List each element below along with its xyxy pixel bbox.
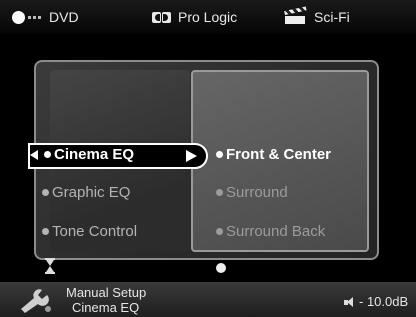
bullet-icon xyxy=(44,151,51,158)
menu-item-graphic-eq[interactable]: Graphic EQ xyxy=(42,184,130,201)
bullet-icon xyxy=(216,189,223,196)
bullet-icon xyxy=(216,228,223,235)
menu-item-tone-control[interactable]: Tone Control xyxy=(42,223,137,240)
menu-item-label: Tone Control xyxy=(52,223,138,240)
option-front-center[interactable]: Front & Center xyxy=(216,146,331,163)
left-arrow-icon[interactable] xyxy=(30,150,38,160)
option-label: Front & Center xyxy=(226,146,331,163)
volume-label: - 10.0dB xyxy=(359,294,409,309)
wrench-icon xyxy=(21,289,51,313)
clapperboard-icon xyxy=(283,6,307,24)
option-surround[interactable]: Surround xyxy=(216,184,288,201)
signal-dots-icon xyxy=(28,15,42,19)
source-indicator: DVD xyxy=(12,9,79,25)
av-receiver-osd: DVD Pro Logic Sci-Fi Cinema EQ Graphic E… xyxy=(0,0,416,317)
source-label: DVD xyxy=(49,9,79,25)
mode-indicator: Sci-Fi xyxy=(283,6,350,25)
status-bar: DVD Pro Logic Sci-Fi xyxy=(0,0,416,34)
menu-item-label: Graphic EQ xyxy=(52,184,131,201)
disc-icon xyxy=(12,10,25,24)
scroll-indicator-icon xyxy=(216,263,226,273)
bullet-icon xyxy=(42,228,49,235)
speaker-icon xyxy=(344,296,355,307)
menu-item-cinema-eq[interactable]: Cinema EQ xyxy=(44,146,134,163)
option-label: Surround Back xyxy=(226,223,326,240)
decoder-label: Pro Logic xyxy=(178,9,238,25)
option-label: Surround xyxy=(226,184,288,201)
volume-indicator: - 10.0dB xyxy=(344,294,408,309)
decoder-indicator: Pro Logic xyxy=(152,9,237,25)
footer-subtitle: Cinema EQ xyxy=(72,300,140,315)
option-surround-back[interactable]: Surround Back xyxy=(216,223,325,240)
bullet-icon xyxy=(42,189,49,196)
dolby-icon xyxy=(152,11,171,23)
mode-label: Sci-Fi xyxy=(314,9,350,25)
footer-bar: Manual Setup Cinema EQ - 10.0dB xyxy=(0,282,416,317)
scroll-down-icon xyxy=(45,258,55,274)
right-arrow-icon[interactable] xyxy=(186,150,197,162)
menu-item-label: Cinema EQ xyxy=(54,146,135,163)
footer-title: Manual Setup xyxy=(66,285,147,300)
bullet-icon xyxy=(216,151,223,158)
